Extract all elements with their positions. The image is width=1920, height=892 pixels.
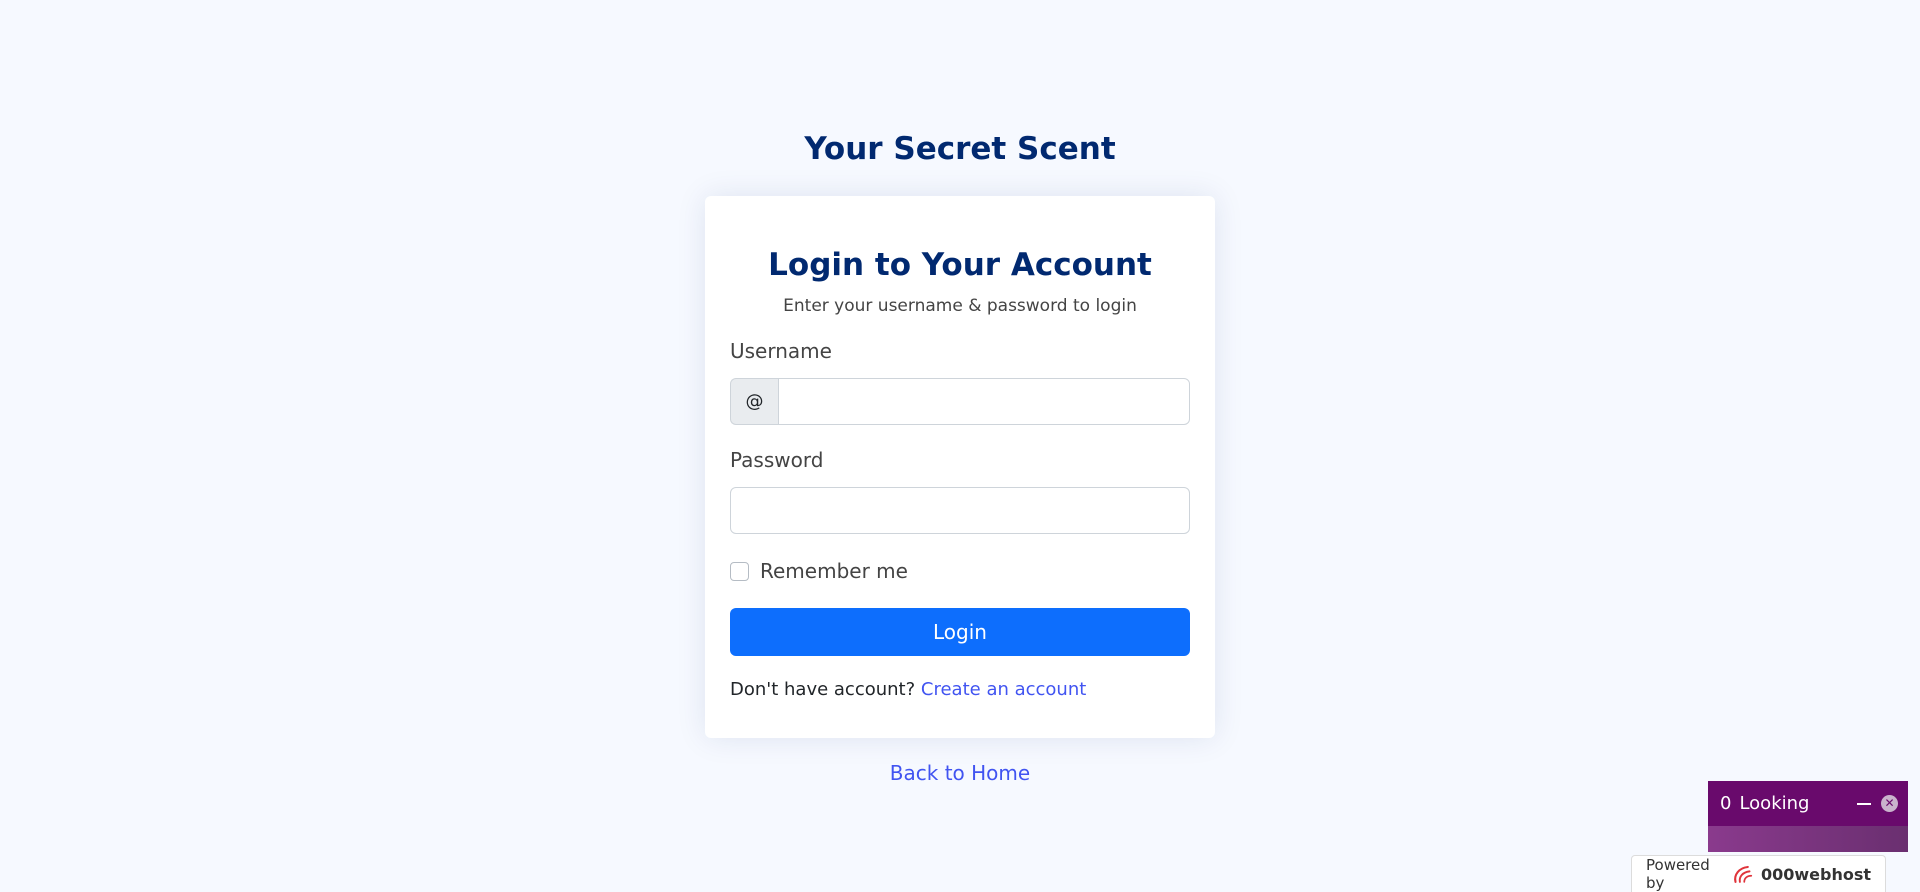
register-prompt-text: Don't have account? (730, 679, 916, 700)
login-button[interactable]: Login (730, 608, 1190, 656)
back-to-home-link[interactable]: Back to Home (890, 761, 1030, 785)
register-prompt-row: Don't have account? Create an account (730, 678, 1190, 702)
site-brand[interactable]: Your Secret Scent (0, 127, 1920, 171)
remember-me-label[interactable]: Remember me (760, 559, 908, 583)
remember-me-checkbox[interactable] (730, 561, 749, 581)
login-title: Login to Your Account (768, 247, 1152, 283)
login-card: Login to Your Account Enter your usernam… (705, 196, 1215, 738)
username-label: Username (730, 339, 832, 363)
000webhost-name: 000webhost (1760, 864, 1871, 884)
create-account-link[interactable]: Create an account (921, 679, 1086, 700)
looking-label: Looking (1739, 793, 1810, 814)
username-input[interactable] (778, 378, 1190, 425)
back-home-row: Back to Home (0, 760, 1920, 786)
powered-by-badge[interactable]: Powered by 000webhost (1631, 855, 1886, 892)
looking-widget-body (1708, 826, 1908, 852)
close-icon[interactable]: ✕ (1881, 795, 1898, 812)
password-input-group (730, 487, 1190, 534)
looking-widget-header[interactable]: 0 Looking ✕ (1708, 781, 1908, 826)
remember-me-row: Remember me (730, 558, 1190, 584)
login-page: Your Secret Scent Login to Your Account … (0, 0, 1920, 892)
password-label: Password (730, 448, 824, 472)
at-sign-prefix: @ (730, 378, 778, 425)
username-input-group: @ (730, 378, 1190, 425)
looking-widget: 0 Looking ✕ (1708, 781, 1908, 852)
password-input[interactable] (730, 487, 1190, 534)
login-subtitle: Enter your username & password to login (783, 296, 1137, 316)
minus-icon[interactable] (1857, 802, 1871, 805)
000webhost-logo-icon (1734, 865, 1753, 883)
looking-count: 0 (1720, 793, 1732, 814)
powered-by-label: Powered by (1646, 856, 1710, 892)
